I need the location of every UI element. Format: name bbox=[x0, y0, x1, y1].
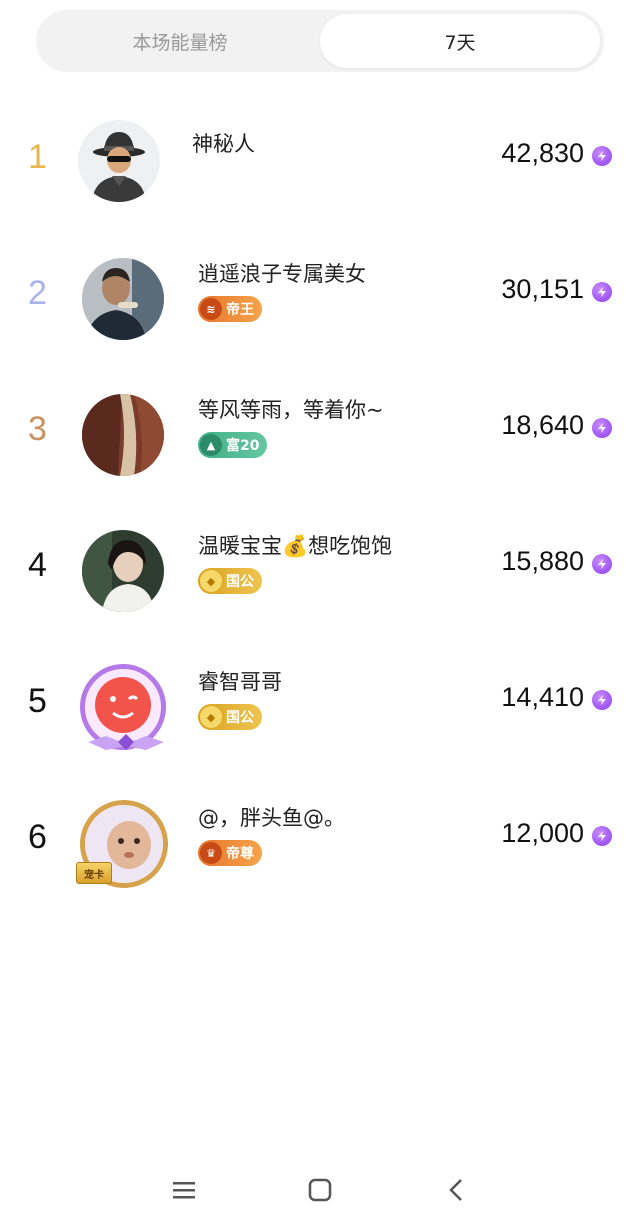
avatar[interactable] bbox=[76, 524, 172, 620]
energy-bolt-icon bbox=[592, 826, 612, 846]
username: 等风等雨，等着你~ bbox=[198, 398, 384, 422]
rank-number: 3 bbox=[28, 410, 47, 448]
back-icon[interactable] bbox=[436, 1174, 476, 1206]
energy-score: 18,640 bbox=[501, 410, 584, 440]
rank-badge-icon: ◆ bbox=[200, 570, 222, 592]
rank-badge-icon: ◆ bbox=[200, 706, 222, 728]
rank-number: 1 bbox=[28, 138, 47, 176]
rank-number: 5 bbox=[28, 682, 47, 720]
rank-badge-icon: ▲ bbox=[200, 434, 222, 456]
list-item[interactable]: 2 逍遥浪子专属美女 ≋ 帝王 30,151 bbox=[0, 252, 640, 362]
energy-score: 15,880 bbox=[501, 546, 584, 576]
status-badge: ◆ 国公 bbox=[198, 704, 262, 730]
avatar[interactable] bbox=[76, 252, 172, 348]
system-navigation-bar bbox=[0, 1150, 640, 1227]
energy-bolt-icon bbox=[592, 418, 612, 438]
ranking-tabs: 本场能量榜 7天 bbox=[36, 10, 604, 72]
energy-score: 14,410 bbox=[501, 682, 584, 712]
status-badge: ▲ 富20 bbox=[198, 432, 268, 458]
list-item[interactable]: 4 温暖宝宝💰想吃饱饱 ◆ 国公 15,880 bbox=[0, 524, 640, 634]
status-badge: ♛ 帝尊 bbox=[198, 840, 262, 866]
tab-7-days[interactable]: 7天 bbox=[320, 14, 600, 68]
energy-bolt-icon bbox=[592, 554, 612, 574]
status-badge: ◆ 国公 bbox=[198, 568, 262, 594]
energy-score: 30,151 bbox=[501, 274, 584, 304]
energy-bolt-icon bbox=[592, 282, 612, 302]
energy-score: 42,830 bbox=[501, 138, 584, 168]
username: @，胖头鱼@。 bbox=[198, 806, 345, 830]
avatar[interactable] bbox=[76, 388, 172, 484]
username: 神秘人 bbox=[192, 132, 255, 156]
energy-bolt-icon bbox=[592, 690, 612, 710]
username: 逍遥浪子专属美女 bbox=[198, 262, 366, 286]
frame-tag: 宠卡 bbox=[76, 862, 112, 884]
home-icon[interactable] bbox=[300, 1174, 340, 1206]
username: 温暖宝宝💰想吃饱饱 bbox=[198, 534, 393, 558]
avatar[interactable]: 宠卡 bbox=[76, 796, 172, 892]
rank-number: 2 bbox=[28, 274, 47, 312]
rank-number: 4 bbox=[28, 546, 47, 584]
rank-badge-icon: ♛ bbox=[200, 842, 222, 864]
menu-icon[interactable] bbox=[164, 1174, 204, 1206]
rank-number: 6 bbox=[28, 818, 47, 856]
avatar[interactable] bbox=[76, 660, 172, 756]
energy-score: 12,000 bbox=[501, 818, 584, 848]
list-item[interactable]: 6 宠卡 @，胖头鱼@。 ♛ 帝尊 12,000 bbox=[0, 796, 640, 906]
list-item[interactable]: 1 神秘人 42,830 bbox=[0, 116, 640, 226]
rank-badge-icon: ≋ bbox=[200, 298, 222, 320]
energy-bolt-icon bbox=[592, 146, 612, 166]
username: 睿智哥哥 bbox=[198, 670, 282, 694]
list-item[interactable]: 3 等风等雨，等着你~ ▲ 富20 18,640 bbox=[0, 388, 640, 498]
list-item[interactable]: 5 睿智哥哥 ◆ 国公 14,410 bbox=[0, 660, 640, 770]
avatar[interactable] bbox=[76, 116, 172, 212]
status-badge: ≋ 帝王 bbox=[198, 296, 262, 322]
tab-session-energy[interactable]: 本场能量榜 bbox=[40, 14, 320, 68]
